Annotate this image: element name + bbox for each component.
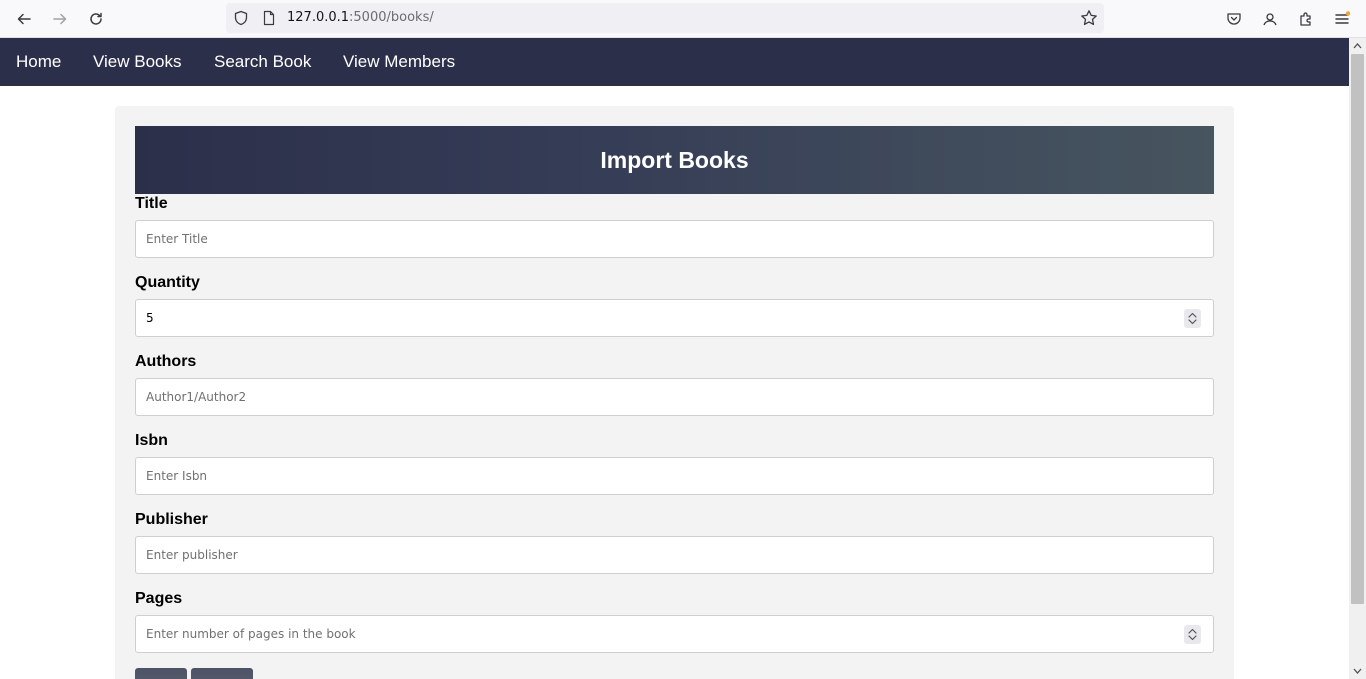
puzzle-icon xyxy=(1300,12,1311,26)
page-icon[interactable] xyxy=(261,10,277,26)
pocket-icon xyxy=(1227,13,1241,25)
account-button[interactable] xyxy=(1258,7,1282,31)
back-button[interactable] xyxy=(12,7,36,31)
card-header: Import Books xyxy=(135,126,1214,194)
forward-button[interactable] xyxy=(48,7,72,31)
reload-button[interactable] xyxy=(84,7,108,31)
hamburger-menu-icon xyxy=(1335,11,1350,24)
url-host: 127.0.0.1 xyxy=(287,10,350,25)
page-scrollbar[interactable] xyxy=(1349,38,1366,679)
scroll-up-icon[interactable] xyxy=(1353,42,1362,50)
authors-input[interactable] xyxy=(135,378,1214,416)
nav-home[interactable]: Home xyxy=(16,52,61,72)
publisher-input[interactable] xyxy=(135,536,1214,574)
scroll-down-icon[interactable] xyxy=(1353,667,1362,675)
card-title: Import Books xyxy=(600,146,749,173)
url-bar[interactable]: 127.0.0.1:5000/books/ xyxy=(226,3,1104,33)
stepper-arrows-icon xyxy=(1188,312,1197,325)
app-menu-button[interactable] xyxy=(1330,7,1354,31)
authors-label: Authors xyxy=(135,353,197,370)
quantity-input[interactable] xyxy=(135,299,1214,337)
scroll-thumb[interactable] xyxy=(1351,54,1364,604)
url-path: :5000/books/ xyxy=(349,10,434,25)
quantity-label: Quantity xyxy=(135,274,200,291)
isbn-input[interactable] xyxy=(135,457,1214,495)
nav-view-books[interactable]: View Books xyxy=(93,52,182,72)
quantity-stepper[interactable] xyxy=(1184,309,1201,328)
isbn-label: Isbn xyxy=(135,432,168,449)
navbar: Home View Books Search Book View Members xyxy=(0,38,1349,86)
url-text[interactable]: 127.0.0.1:5000/books/ xyxy=(287,10,434,26)
nav-view-members[interactable]: View Members xyxy=(343,52,455,72)
extensions-button[interactable] xyxy=(1294,7,1318,31)
reset-button[interactable] xyxy=(191,668,253,679)
title-input[interactable] xyxy=(135,220,1214,258)
submit-button[interactable] xyxy=(135,668,187,679)
nav-search-book[interactable]: Search Book xyxy=(214,52,311,72)
pages-stepper[interactable] xyxy=(1184,625,1201,644)
arrow-right-icon xyxy=(53,13,67,25)
arrow-left-icon xyxy=(17,13,31,25)
star-icon[interactable] xyxy=(1080,9,1098,27)
publisher-label: Publisher xyxy=(135,511,208,528)
pocket-button[interactable] xyxy=(1222,7,1246,31)
import-books-card: Import Books Title Quantity Authors Isbn… xyxy=(115,106,1234,679)
reload-icon xyxy=(90,12,102,25)
title-label: Title xyxy=(135,195,168,212)
stepper-arrows-icon xyxy=(1188,628,1197,641)
shield-icon[interactable] xyxy=(233,10,249,26)
page-content: Home View Books Search Book View Members… xyxy=(0,38,1349,679)
account-sync-icon xyxy=(1263,13,1277,26)
pages-label: Pages xyxy=(135,590,183,607)
pages-input[interactable] xyxy=(135,615,1214,653)
browser-toolbar: 127.0.0.1:5000/books/ xyxy=(0,0,1366,38)
